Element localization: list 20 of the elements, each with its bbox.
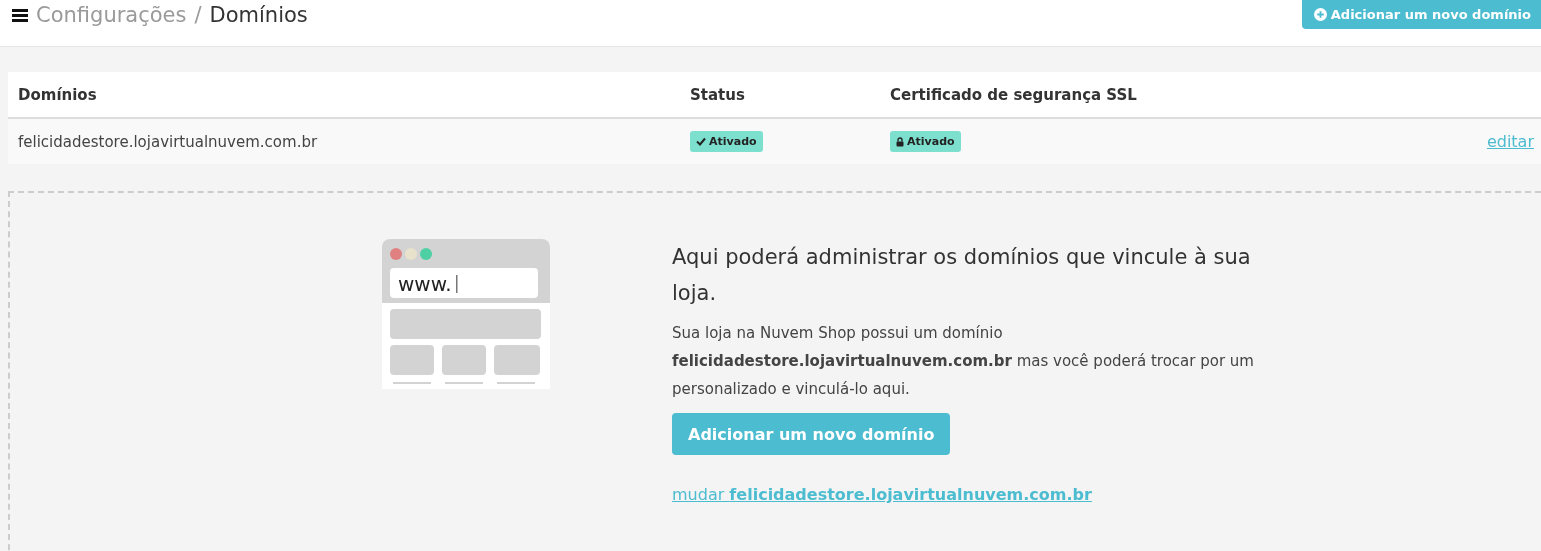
- ssl-badge: Ativado: [890, 131, 961, 152]
- column-header: Domínios: [18, 85, 98, 104]
- empty-state-heading: Aqui poderá administrar os domínios que vincule à sua loja.: [672, 244, 1252, 307]
- add-domain-button[interactable]: Adicionar um novo domínio: [672, 413, 951, 455]
- browser-window-drawing: www.: [382, 239, 550, 389]
- empty-state-description: Sua loja na Nuvem Shop possui um domínio felicidadestore.lojavirtualnuvem.com.br mas você poderá trocar por um personalizado e vinculá-lo aqui.: [672, 323, 1255, 400]
- edit-link[interactable]: editar: [1486, 132, 1534, 151]
- change-domain-link[interactable]: mudar felicidadestore.lojavirtualnuvem.com.br: [672, 485, 1092, 504]
- breadcrumb-separator: /: [194, 2, 202, 28]
- domain-cell-text: felicidadestore.lojavirtualnuvem.com.br: [18, 132, 319, 151]
- menu-icon[interactable]: [12, 8, 28, 22]
- breadcrumb-link[interactable]: Configurações: [36, 2, 187, 28]
- add-domain-button[interactable]: Adicionar um novo domínio: [1301, 0, 1541, 29]
- column-header: Status: [690, 85, 746, 104]
- column-header: Certificado de segurança SSL: [890, 85, 1138, 104]
- plus-circle-icon: [1313, 7, 1327, 21]
- check-icon: [696, 137, 706, 146]
- status-badge: Ativado: [690, 131, 763, 152]
- lock-icon: [896, 136, 904, 147]
- page-title: Domínios: [209, 2, 308, 28]
